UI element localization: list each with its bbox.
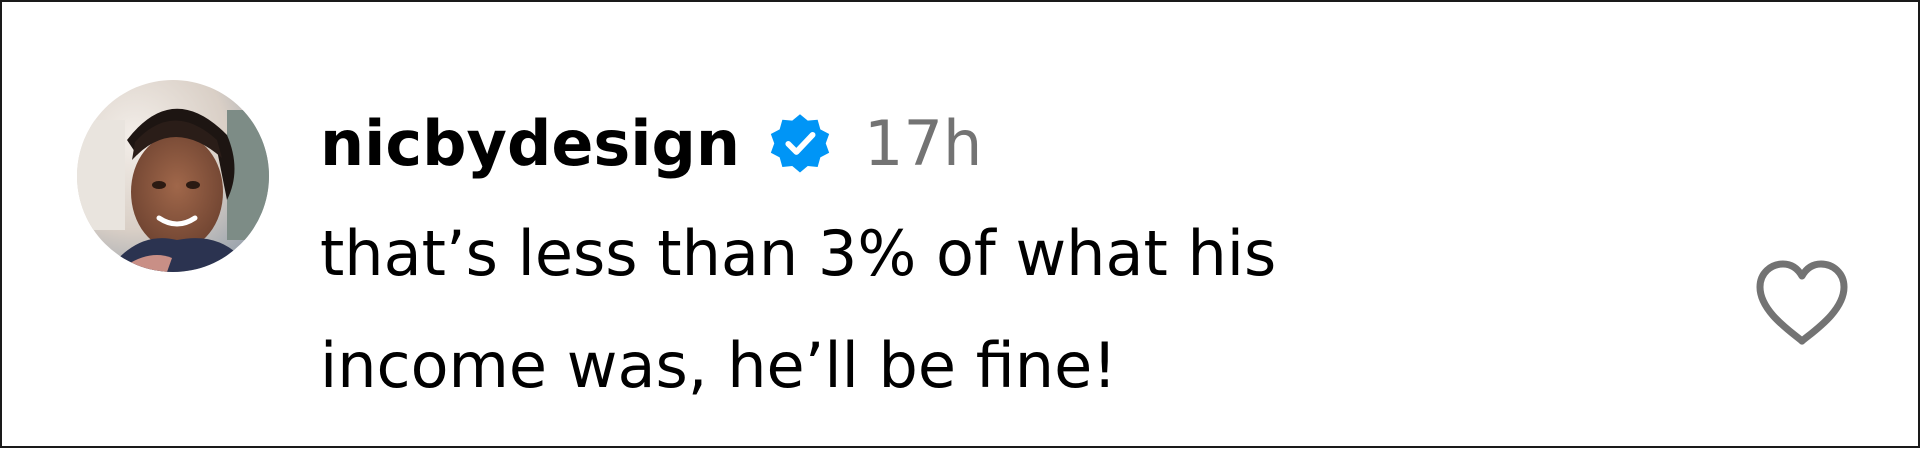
screenshot-frame: nicbydesign 17h that’s less than 3% of w… (0, 0, 1920, 448)
avatar[interactable] (77, 80, 269, 272)
comment-header: nicbydesign 17h (320, 98, 982, 188)
comment-timestamp[interactable]: 17h (864, 107, 982, 180)
heart-outline-icon (1756, 260, 1848, 345)
verified-badge-icon (764, 107, 836, 179)
comment-item: nicbydesign 17h that’s less than 3% of w… (2, 2, 1920, 450)
profile-photo (77, 80, 269, 272)
username-link[interactable]: nicbydesign (320, 107, 740, 180)
like-button[interactable] (1752, 257, 1852, 349)
comment-text: that’s less than 3% of what his income w… (320, 217, 1277, 402)
